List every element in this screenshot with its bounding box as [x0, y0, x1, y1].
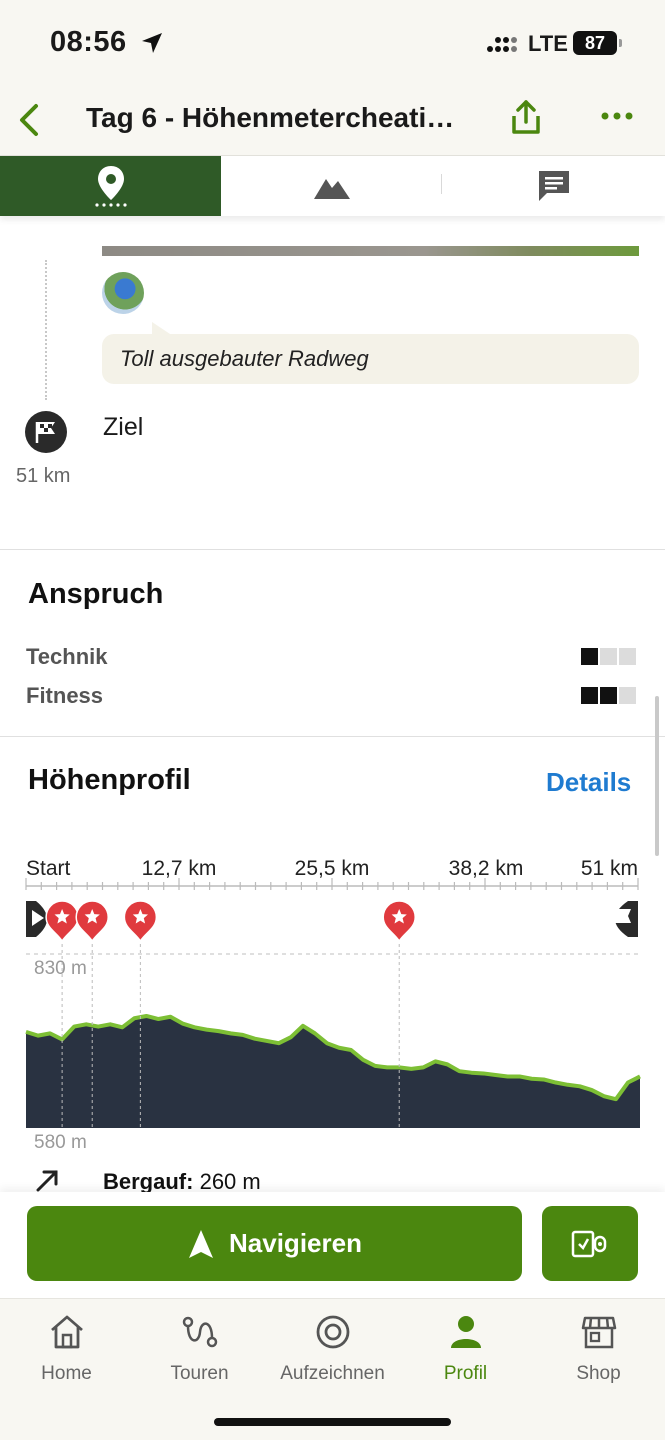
tab-elevation[interactable] [221, 156, 442, 216]
uphill-value: 260 m [199, 1169, 261, 1192]
tour-detail-content[interactable]: Toll ausgebauter Radweg Ziel 51 km Anspr… [0, 216, 665, 1192]
difficulty-box [581, 648, 598, 665]
axis-label-12: 12,7 km [142, 857, 217, 880]
tab-map[interactable] [0, 156, 221, 216]
difficulty-box [581, 687, 598, 704]
home-indicator [214, 1418, 451, 1426]
difficulty-box [600, 648, 617, 665]
highlight-star-icon [123, 900, 158, 943]
share-icon[interactable] [508, 98, 544, 138]
tabbar-label-shop: Shop [576, 1363, 621, 1384]
divider [0, 736, 665, 737]
location-arrow-icon [142, 33, 162, 53]
navigate-label: Navigieren [229, 1228, 362, 1258]
elevation-min-label: 580 m [34, 1132, 87, 1153]
elevation-details-link[interactable]: Details [546, 767, 631, 798]
navigation-arrow-icon [189, 1229, 214, 1258]
waypoint-photo[interactable] [102, 246, 639, 256]
difficulty-title: Anspruch [28, 578, 164, 610]
scrollbar[interactable] [655, 696, 659, 856]
chat-icon [538, 171, 569, 201]
nav-header: Tag 6 - Höhenmetercheati… [0, 88, 665, 156]
axis-label-25: 25,5 km [295, 857, 370, 880]
finish-flag-icon [613, 901, 638, 937]
tabbar-item-shop[interactable]: Shop [532, 1313, 665, 1385]
tabbar-item-profil[interactable]: Profil [399, 1313, 532, 1385]
record-icon [316, 1315, 349, 1349]
tabbar-label-touren: Touren [170, 1363, 229, 1384]
tabbar-item-aufzeichnen[interactable]: Aufzeichnen [266, 1313, 399, 1385]
status-bar: 08:56 LTE 87 [0, 0, 665, 88]
arrow-up-right-icon [36, 1170, 58, 1192]
tab-comments[interactable] [442, 156, 665, 216]
highlight-star-icon [45, 900, 79, 943]
navigate-button[interactable]: Navigieren [27, 1206, 522, 1281]
comment-text: Toll ausgebauter Radweg [120, 346, 369, 371]
timeline-connector [45, 260, 47, 400]
elevation-profile-chart[interactable]: Start 12,7 km 25,5 km 38,2 km 51 km 830 … [0, 846, 665, 1166]
axis-label-51: 51 km [581, 857, 638, 880]
start-flag-icon [26, 901, 47, 937]
divider [0, 549, 665, 550]
mountain-icon [313, 179, 350, 199]
location-pin-icon [94, 166, 127, 207]
elevation-area [26, 1015, 640, 1128]
uphill-label: Bergauf: [103, 1169, 194, 1192]
network-type: LTE [528, 31, 568, 56]
battery-indicator: 87 [573, 31, 622, 55]
goal-distance: 51 km [16, 465, 71, 487]
difficulty-box [619, 687, 636, 704]
goal-label: Ziel [103, 413, 144, 441]
more-options-icon[interactable] [600, 106, 634, 126]
shop-icon [581, 1316, 616, 1349]
tabbar-label-profil: Profil [443, 1363, 488, 1384]
elevation-title: Höhenprofil [28, 764, 191, 796]
difficulty-box [600, 687, 617, 704]
axis-label-start: Start [26, 857, 71, 880]
back-chevron-icon[interactable] [12, 100, 46, 140]
tabbar-item-home[interactable]: Home [0, 1313, 133, 1385]
send-to-device-button[interactable] [542, 1206, 638, 1281]
profile-icon [450, 1316, 481, 1348]
axis-label-38: 38,2 km [449, 857, 524, 880]
elevation-max-label: 830 m [34, 958, 87, 979]
tabbar-item-touren[interactable]: Touren [133, 1313, 266, 1385]
tabbar-label-home: Home [41, 1363, 92, 1384]
difficulty-technik-rating [581, 648, 636, 665]
avatar[interactable] [102, 272, 144, 314]
route-icon [182, 1316, 217, 1348]
signal-icon [487, 37, 517, 52]
uphill-stat: Bergauf: 260 m [103, 1169, 261, 1192]
action-bar: Navigieren [0, 1192, 665, 1298]
home-icon [50, 1315, 83, 1349]
comment-bubble: Toll ausgebauter Radweg [102, 322, 639, 384]
difficulty-fitness-label: Fitness [26, 683, 104, 708]
highlight-star-icon [75, 900, 109, 943]
finish-flag-icon [25, 411, 67, 453]
difficulty-box [619, 648, 636, 665]
difficulty-technik-label: Technik [26, 644, 108, 669]
detail-tabs [0, 156, 665, 216]
difficulty-fitness-rating [581, 687, 636, 704]
tabbar-label-aufzeichnen: Aufzeichnen [280, 1363, 385, 1384]
send-to-device-icon [571, 1230, 607, 1257]
highlight-star-icon [382, 900, 416, 943]
page-title: Tag 6 - Höhenmetercheati… [86, 102, 455, 133]
status-time: 08:56 [50, 26, 127, 58]
